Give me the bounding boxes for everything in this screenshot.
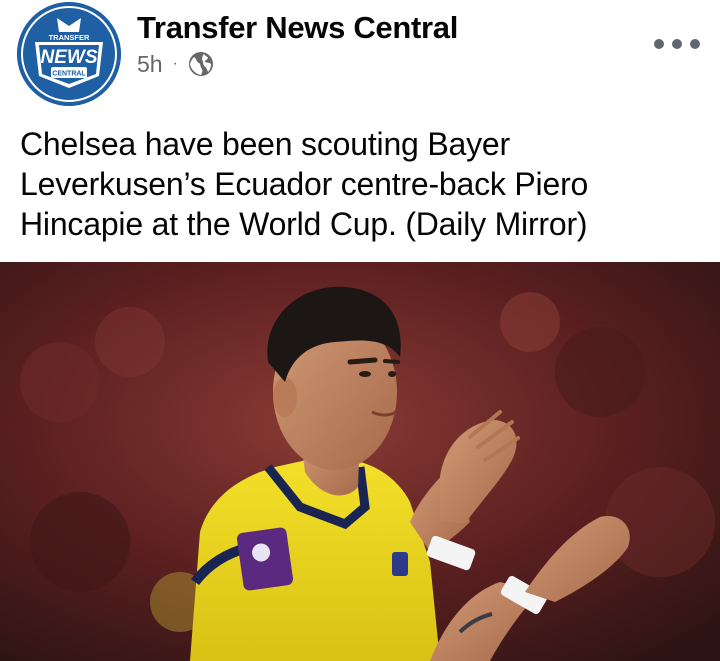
page-name-link[interactable]: Transfer News Central xyxy=(137,10,458,46)
post-header: TRANSFER NEWS CENTRAL Transfer News Cent… xyxy=(0,0,720,118)
globe-icon[interactable] xyxy=(188,51,214,77)
logo-bottom-text: CENTRAL xyxy=(52,71,86,78)
more-dot xyxy=(690,39,700,49)
logo-main-text: NEWS xyxy=(41,47,98,68)
player-photo-illustration xyxy=(0,262,720,661)
post-timestamp[interactable]: 5h xyxy=(137,51,163,78)
post-meta: 5h · xyxy=(137,50,214,78)
more-options-icon[interactable] xyxy=(654,34,700,54)
transfer-news-central-logo: TRANSFER NEWS CENTRAL xyxy=(17,2,121,106)
post-message: Chelsea have been scouting Bayer Leverku… xyxy=(20,126,589,242)
post-photo[interactable] xyxy=(0,262,720,661)
meta-separator: · xyxy=(172,55,178,72)
more-dot xyxy=(672,39,682,49)
page-avatar[interactable]: TRANSFER NEWS CENTRAL xyxy=(17,2,121,106)
logo-top-text: TRANSFER xyxy=(49,33,90,42)
more-dot xyxy=(654,39,664,49)
